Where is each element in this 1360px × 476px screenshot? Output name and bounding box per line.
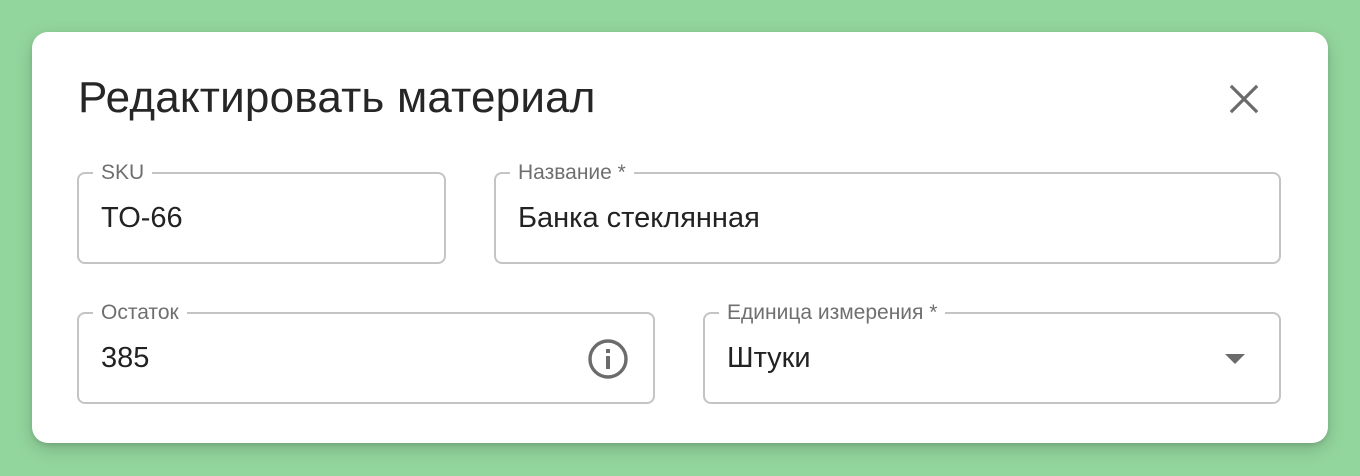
- stock-input[interactable]: 385: [101, 340, 149, 376]
- name-label: Название *: [510, 160, 634, 186]
- unit-label: Единица измерения *: [719, 300, 946, 326]
- stock-field[interactable]: Остаток 385: [77, 300, 655, 404]
- dialog-title: Редактировать материал: [78, 73, 596, 122]
- sku-input[interactable]: TO-66: [101, 200, 183, 236]
- close-icon: [1229, 84, 1259, 117]
- unit-selected-value: Штуки: [727, 342, 811, 374]
- info-icon[interactable]: [587, 338, 629, 380]
- name-field[interactable]: Название * Банка стеклянная: [494, 160, 1281, 264]
- sku-label: SKU: [93, 160, 153, 186]
- name-input[interactable]: Банка стеклянная: [518, 200, 760, 236]
- stock-label: Остаток: [93, 300, 187, 326]
- dropdown-arrow-icon[interactable]: [1225, 350, 1245, 370]
- edit-material-dialog: Редактировать материал SKU TO-66 Названи…: [32, 32, 1328, 443]
- close-button[interactable]: [1220, 76, 1268, 124]
- sku-field[interactable]: SKU TO-66: [77, 160, 446, 264]
- unit-select[interactable]: Единица измерения * Штуки: [703, 300, 1281, 404]
